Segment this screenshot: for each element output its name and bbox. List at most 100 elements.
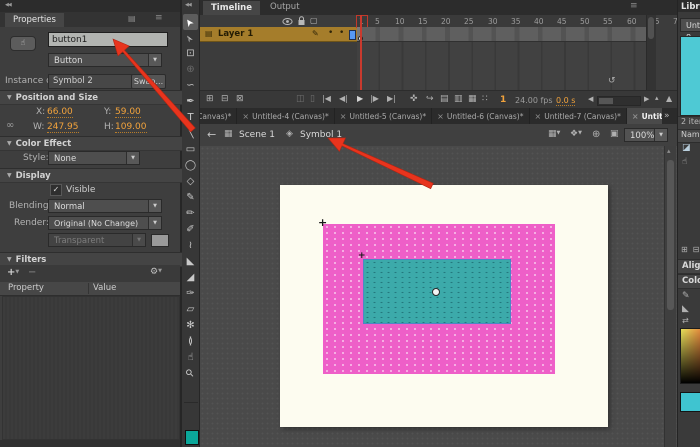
canvas-scrollbar[interactable]: ▴ bbox=[664, 146, 676, 447]
timeline-scrollbar[interactable] bbox=[646, 15, 656, 90]
x-value[interactable]: 66.00 bbox=[47, 107, 73, 118]
document-tab[interactable]: × Untitled-7 (Canvas)* bbox=[530, 108, 627, 124]
timeline-panel-menu-icon[interactable]: ≡ bbox=[630, 2, 638, 11]
paint-bucket-tool[interactable]: ◣ bbox=[183, 254, 198, 270]
go-to-first-frame-button[interactable]: |◀ bbox=[322, 95, 331, 103]
breadcrumb-symbol[interactable]: Symbol 1 bbox=[300, 130, 342, 140]
edit-multiple-frames-button[interactable]: ▦ bbox=[468, 95, 477, 104]
color-gradient-picker[interactable] bbox=[680, 328, 700, 384]
filter-options-button[interactable]: ⚙▼ bbox=[150, 267, 162, 277]
tab-properties[interactable]: Properties bbox=[5, 13, 64, 27]
breadcrumb-scene[interactable]: Scene 1 bbox=[239, 130, 275, 140]
section-color-effect[interactable]: ▼Color Effect bbox=[0, 136, 187, 151]
stroke-color-pencil-icon[interactable]: ✎ bbox=[682, 292, 690, 301]
camera-marker-icon[interactable]: ▯ bbox=[310, 95, 315, 104]
fill-color-swatch[interactable] bbox=[185, 430, 199, 445]
layer1-frames[interactable] bbox=[357, 27, 646, 42]
tab-align[interactable]: Align bbox=[678, 259, 700, 274]
play-button[interactable]: ▶ bbox=[357, 95, 363, 103]
playhead[interactable] bbox=[360, 15, 362, 90]
new-folder-button[interactable]: ⊟ bbox=[221, 95, 229, 104]
panel-grid-icon[interactable]: ▤ bbox=[128, 15, 136, 23]
close-icon[interactable]: × bbox=[340, 112, 347, 121]
timeline-empty-frames[interactable] bbox=[357, 42, 646, 90]
modify-markers-button[interactable]: ∷ bbox=[482, 95, 488, 104]
outline-layers-icon[interactable]: ▢ bbox=[310, 16, 318, 25]
clip-content-button[interactable]: ▣ bbox=[610, 130, 619, 139]
w-value[interactable]: 247.95 bbox=[47, 122, 79, 133]
collapse-panel-icon[interactable]: ◀◀ bbox=[5, 3, 11, 8]
style-dropdown[interactable]: None ▼ bbox=[48, 151, 140, 165]
pencil-tool[interactable]: ✎ bbox=[183, 190, 198, 206]
tab-overflow-icon[interactable]: » bbox=[664, 111, 670, 121]
collapse-toolbar-icon[interactable]: ◀◀ bbox=[185, 3, 191, 8]
document-tab-active[interactable]: × Untitled-8 (Canvas)* bbox=[627, 108, 662, 124]
scroll-up-icon[interactable]: ▴ bbox=[667, 148, 671, 155]
onion-skin-button[interactable]: ▤ bbox=[440, 95, 449, 104]
edit-symbols-button[interactable]: ❖▼ bbox=[570, 130, 582, 139]
timeline-h-scrollbar[interactable] bbox=[597, 96, 641, 106]
close-icon[interactable]: × bbox=[242, 112, 249, 121]
document-tab[interactable]: × Untitled-3 (Canvas)* bbox=[200, 108, 237, 124]
instance-name-input[interactable] bbox=[48, 32, 168, 47]
registration-point[interactable] bbox=[432, 288, 440, 296]
section-display[interactable]: ▼Display bbox=[0, 168, 187, 183]
timeline-scroll-right-icon[interactable]: ▶ bbox=[644, 96, 649, 103]
polystar-tool[interactable]: ◇ bbox=[183, 174, 198, 190]
3d-rotation-tool[interactable]: ⊕ bbox=[183, 62, 198, 78]
edit-scene-button[interactable]: ▦▼ bbox=[548, 130, 560, 139]
tab-color[interactable]: Color bbox=[678, 274, 700, 289]
subselection-tool[interactable]: ➢ bbox=[183, 30, 198, 46]
step-back-button[interactable]: ◀| bbox=[339, 95, 348, 103]
symbol-type-dropdown[interactable]: Button ▼ bbox=[48, 53, 162, 67]
close-icon[interactable]: × bbox=[437, 112, 444, 121]
blending-dropdown[interactable]: Normal ▼ bbox=[48, 199, 162, 213]
canvas-pasteboard[interactable]: + + ▴ bbox=[200, 146, 677, 447]
step-forward-button[interactable]: |▶ bbox=[370, 95, 379, 103]
lasso-tool[interactable]: ∽ bbox=[183, 78, 198, 94]
spray-brush-tool[interactable]: ✐ bbox=[183, 222, 198, 238]
zoom-tool[interactable]: ⚲ bbox=[183, 366, 198, 382]
h-value[interactable]: 109.00 bbox=[115, 122, 147, 133]
onion-skin-outlines-button[interactable]: ▥ bbox=[454, 95, 463, 104]
stage-zoom-dropdown[interactable]: 100% ▼ bbox=[624, 128, 668, 142]
add-filter-button[interactable]: +▼ bbox=[7, 267, 19, 278]
panel-menu-icon[interactable]: ≡ bbox=[155, 14, 163, 23]
layer-name[interactable]: Layer 1 bbox=[218, 29, 253, 39]
back-arrow-icon[interactable]: ← bbox=[207, 129, 216, 140]
center-stage-button[interactable]: ⊕ bbox=[592, 130, 600, 140]
ink-bottle-tool[interactable]: ◢ bbox=[183, 270, 198, 286]
layer-row-layer1[interactable]: ▤ Layer 1 ✎ • • bbox=[200, 27, 357, 42]
timeline-zoom-in-icon[interactable]: ▲ bbox=[666, 95, 672, 103]
delete-layer-button[interactable]: ⊠ bbox=[236, 95, 244, 104]
document-tab[interactable]: × Untitled-5 (Canvas)* bbox=[335, 108, 432, 124]
remove-filter-button[interactable]: − bbox=[28, 267, 36, 278]
brush-tool[interactable]: ✏ bbox=[183, 206, 198, 222]
swap-button[interactable]: Swap... bbox=[131, 74, 166, 89]
rectangle-tool[interactable]: ▭ bbox=[183, 142, 198, 158]
oval-tool[interactable]: ◯ bbox=[183, 158, 198, 174]
pen-tool[interactable]: ✒ bbox=[183, 94, 198, 110]
new-layer-button[interactable]: ⊞ bbox=[206, 95, 214, 104]
tab-timeline[interactable]: Timeline bbox=[203, 1, 260, 15]
deco-tool[interactable]: ✻ bbox=[183, 318, 198, 334]
selection-tool[interactable]: ➤ bbox=[183, 14, 198, 30]
line-tool[interactable]: ╲ bbox=[183, 126, 198, 142]
close-icon[interactable]: × bbox=[535, 112, 542, 121]
free-transform-tool[interactable]: ⊡ bbox=[183, 46, 198, 62]
go-to-last-frame-button[interactable]: ▶| bbox=[387, 95, 396, 103]
timeline-scroll-left-icon[interactable]: ◀ bbox=[588, 96, 593, 103]
current-frame-indicator[interactable]: 1 bbox=[500, 95, 506, 105]
library-new-folder-button[interactable]: ⊟ bbox=[691, 245, 700, 254]
width-tool[interactable]: ≬ bbox=[183, 334, 198, 350]
layer-outline-color-chip[interactable] bbox=[349, 30, 356, 40]
render-dropdown[interactable]: Original (No Change) ▼ bbox=[48, 216, 162, 230]
fill-color-bucket-icon[interactable]: ◣ bbox=[682, 305, 689, 314]
bone-tool[interactable]: ≀ bbox=[183, 238, 198, 254]
y-value[interactable]: 59.00 bbox=[115, 107, 141, 118]
text-tool[interactable]: T bbox=[183, 110, 198, 126]
document-tab[interactable]: × Untitled-4 (Canvas)* bbox=[237, 108, 334, 124]
library-name-column-header[interactable]: Name bbox=[678, 130, 700, 139]
elapsed-time-indicator[interactable]: 0.0 s bbox=[556, 96, 575, 106]
layer-lock-dot[interactable]: • bbox=[339, 28, 344, 38]
